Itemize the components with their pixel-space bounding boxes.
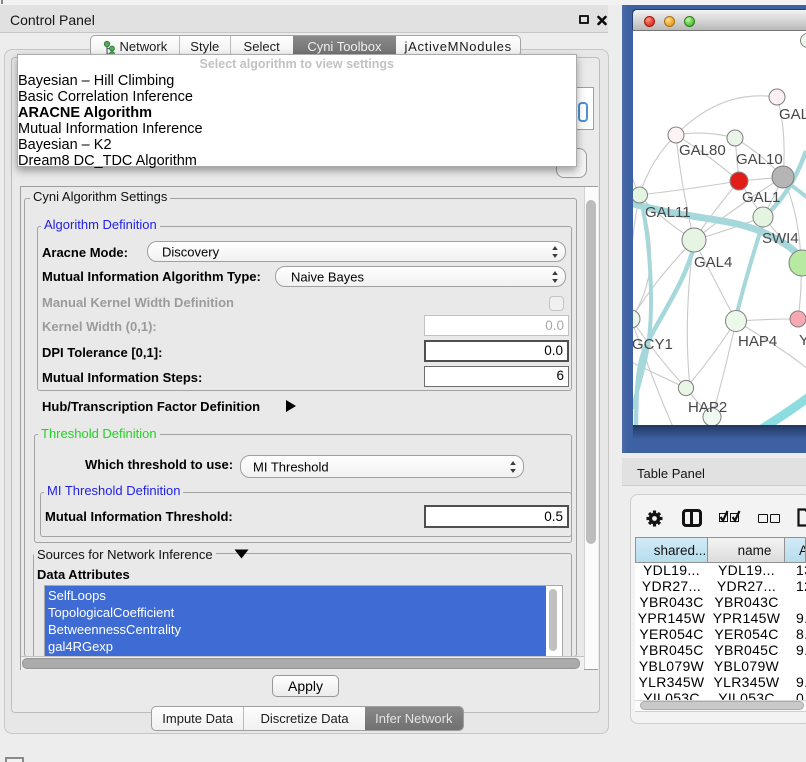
svg-text:HAP4: HAP4 <box>738 333 777 350</box>
svg-text:GAL11: GAL11 <box>645 204 691 221</box>
svg-text:HAP2: HAP2 <box>688 399 727 416</box>
svg-text:GAL1: GAL1 <box>742 189 780 206</box>
svg-text:GAL80: GAL80 <box>679 142 726 159</box>
svg-text:GAL4: GAL4 <box>694 254 732 271</box>
svg-text:GAL: GAL <box>779 106 806 123</box>
svg-text:SWI4: SWI4 <box>762 230 799 247</box>
svg-text:Y: Y <box>799 332 806 349</box>
svg-text:GCY1: GCY1 <box>633 336 673 353</box>
svg-text:GAL10: GAL10 <box>736 151 783 168</box>
